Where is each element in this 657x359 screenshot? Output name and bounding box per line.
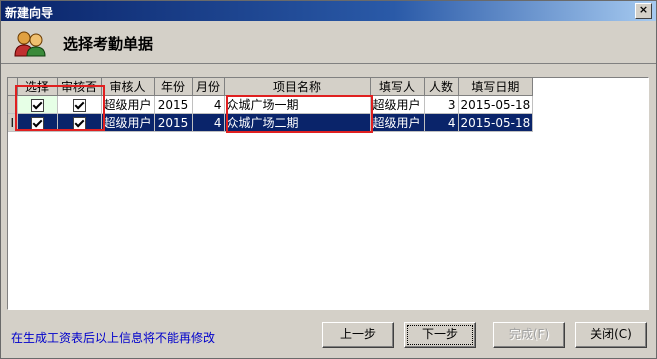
col-header-date[interactable]: 填写日期 bbox=[458, 78, 534, 96]
date-cell: 2015-05-18 bbox=[458, 113, 534, 132]
col-header-approver[interactable]: 审核人 bbox=[101, 78, 155, 96]
wizard-window: 新建向导 × 选择考勤单据 选择 审核否 审核人 年份 月份 项目名称 填写人 … bbox=[0, 0, 657, 359]
col-header-count[interactable]: 人数 bbox=[424, 78, 459, 96]
count-cell: 4 bbox=[424, 113, 459, 132]
wizard-header: 选择考勤单据 bbox=[1, 21, 656, 64]
page-title: 选择考勤单据 bbox=[63, 35, 154, 53]
year-cell: 2015 bbox=[154, 113, 193, 132]
filler-cell: 超级用户 bbox=[370, 113, 425, 132]
users-icon bbox=[14, 31, 46, 57]
highlight-project-names bbox=[226, 95, 373, 133]
close-window-button[interactable]: × bbox=[635, 3, 652, 19]
count-cell: 3 bbox=[424, 95, 459, 114]
col-header-project[interactable]: 项目名称 bbox=[224, 78, 371, 96]
highlight-checkbox-columns bbox=[15, 85, 105, 131]
year-cell: 2015 bbox=[154, 95, 193, 114]
title-bar: 新建向导 × bbox=[1, 1, 656, 21]
col-header-month[interactable]: 月份 bbox=[192, 78, 225, 96]
col-header-filler[interactable]: 填写人 bbox=[370, 78, 425, 96]
footer-note: 在生成工资表后以上信息将不能再修改 bbox=[11, 331, 216, 345]
window-title: 新建向导 bbox=[5, 6, 54, 20]
approver-cell: 超级用户 bbox=[101, 113, 155, 132]
prev-button[interactable]: 上一步 bbox=[322, 322, 394, 348]
next-button[interactable]: 下一步 bbox=[404, 322, 476, 348]
month-cell: 4 bbox=[192, 95, 225, 114]
col-header-year[interactable]: 年份 bbox=[154, 78, 193, 96]
finish-button[interactable]: 完成(F) bbox=[493, 322, 565, 348]
date-cell: 2015-05-18 bbox=[458, 95, 534, 114]
month-cell: 4 bbox=[192, 113, 225, 132]
approver-cell: 超级用户 bbox=[101, 95, 155, 114]
close-button[interactable]: 关闭(C) bbox=[575, 322, 647, 348]
filler-cell: 超级用户 bbox=[370, 95, 425, 114]
